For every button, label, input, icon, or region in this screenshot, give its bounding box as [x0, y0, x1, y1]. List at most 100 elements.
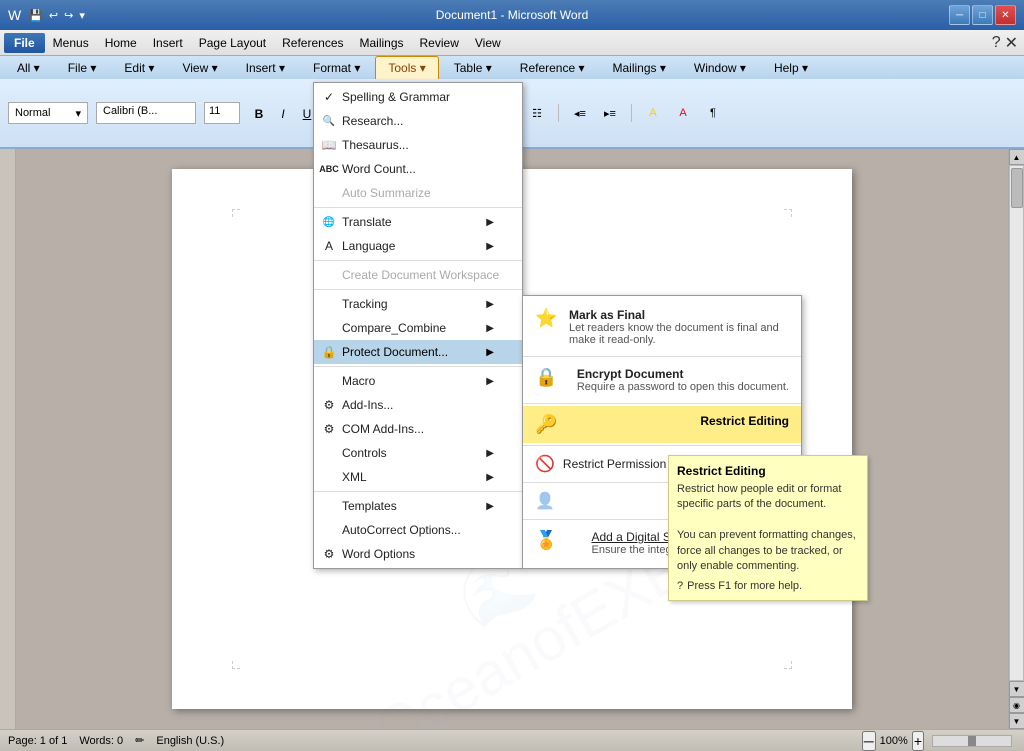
close-doc-btn[interactable]: ✕ — [1003, 31, 1020, 55]
encrypt-document-item[interactable]: 🔒 Encrypt Document Require a password to… — [523, 359, 801, 401]
compare-icon — [320, 319, 338, 337]
file-menu-btn[interactable]: File — [4, 33, 45, 53]
controls-arrow: ▶ — [486, 448, 494, 459]
view-menu-btn[interactable]: View — [467, 33, 509, 53]
menus-menu-btn[interactable]: Menus — [45, 33, 97, 53]
font-color-btn[interactable]: A — [672, 102, 694, 124]
font-dropdown[interactable]: Calibri (B... — [96, 102, 196, 124]
restrict-permission-label: Restrict Permission — [563, 457, 666, 471]
research-item[interactable]: 🔍 Research... — [314, 109, 522, 133]
page-layout-menu-btn[interactable]: Page Layout — [191, 33, 274, 53]
mailings-menu-btn[interactable]: Mailings — [352, 33, 412, 53]
indent-decrease-btn[interactable]: ◂≡ — [569, 102, 591, 124]
word-count-item[interactable]: ABC Word Count... — [314, 157, 522, 181]
language-arrow: ▶ — [486, 241, 494, 252]
show-markup-btn[interactable]: ¶ — [702, 102, 724, 124]
auto-summarize-item: Auto Summarize — [314, 181, 522, 205]
tab-tools[interactable]: Tools ▾ — [375, 56, 438, 79]
statusbar-right: ─ 100% + — [862, 731, 1016, 751]
browse-prev-btn[interactable]: ◉ — [1009, 697, 1024, 713]
autocorrect-item[interactable]: AutoCorrect Options... — [314, 518, 522, 542]
tab-help[interactable]: Help ▾ — [761, 56, 821, 79]
numbered-list-btn[interactable]: ☷ — [526, 102, 548, 124]
titlebar-left: W 💾 ↩ ↪ ▾ — [8, 7, 87, 24]
language-item[interactable]: A Language ▶ — [314, 234, 522, 258]
translate-item[interactable]: 🌐 Translate ▶ — [314, 210, 522, 234]
font-value: Calibri (B... — [103, 105, 157, 117]
scroll-down-btn[interactable]: ▼ — [1009, 681, 1024, 697]
indent-increase-btn[interactable]: ▸≡ — [599, 102, 621, 124]
scroll-thumb[interactable] — [1011, 168, 1023, 208]
close-btn[interactable]: ✕ — [995, 5, 1016, 25]
maximize-btn[interactable]: □ — [972, 5, 993, 25]
font-size-dropdown[interactable]: 11 — [204, 102, 240, 124]
word-options-item[interactable]: ⚙ Word Options — [314, 542, 522, 566]
protect-sep1 — [523, 356, 801, 357]
xml-item[interactable]: XML ▶ — [314, 465, 522, 489]
tab-format[interactable]: Format ▾ — [300, 56, 373, 79]
tab-edit[interactable]: Edit ▾ — [111, 56, 167, 79]
review-menu-btn[interactable]: Review — [412, 33, 467, 53]
restrict-editing-item[interactable]: 🔑 Restrict Editing — [523, 406, 801, 443]
left-scrollbar — [0, 149, 16, 729]
tab-insert[interactable]: Insert ▾ — [233, 56, 298, 79]
macro-item[interactable]: Macro ▶ — [314, 369, 522, 393]
tooltip-f1-help: ? Press F1 for more help. — [677, 580, 859, 592]
tab-all[interactable]: All ▾ — [4, 56, 53, 79]
compare-combine-item[interactable]: Compare_Combine ▶ — [314, 316, 522, 340]
page-info: Page: 1 of 1 — [8, 735, 67, 747]
highlight-btn[interactable]: A — [642, 102, 664, 124]
com-add-ins-icon: ⚙ — [320, 420, 338, 438]
titlebar-controls: ─ □ ✕ — [949, 5, 1016, 25]
customize-quick-btn[interactable]: ▾ — [77, 7, 87, 24]
ribbon-tabs: All ▾ File ▾ Edit ▾ View ▾ Insert ▾ Form… — [0, 56, 1024, 79]
create-workspace-item: Create Document Workspace — [314, 263, 522, 287]
com-add-ins-item[interactable]: ⚙ COM Add-Ins... — [314, 417, 522, 441]
mark-as-final-item[interactable]: ⭐ Mark as Final Let readers know the doc… — [523, 300, 801, 354]
spelling-grammar-item[interactable]: ✓ Spelling & Grammar — [314, 85, 522, 109]
tab-view[interactable]: View ▾ — [169, 56, 230, 79]
undo-quick-btn[interactable]: ↩ — [47, 7, 60, 24]
menubar: File Menus Home Insert Page Layout Refer… — [0, 30, 1024, 56]
zoom-slider[interactable] — [932, 735, 1012, 747]
templates-item[interactable]: Templates ▶ — [314, 494, 522, 518]
templates-icon — [320, 497, 338, 515]
tab-reference[interactable]: Reference ▾ — [507, 56, 598, 79]
bold-btn[interactable]: B — [248, 103, 270, 125]
references-menu-btn[interactable]: References — [274, 33, 351, 53]
tab-file[interactable]: File ▾ — [55, 56, 110, 79]
add-ins-item[interactable]: ⚙ Add-Ins... — [314, 393, 522, 417]
mark-as-final-desc: Let readers know the document is final a… — [569, 322, 789, 346]
controls-icon — [320, 444, 338, 462]
scroll-up-btn[interactable]: ▲ — [1009, 149, 1024, 165]
encrypt-document-desc: Require a password to open this document… — [577, 381, 789, 393]
tools-dropdown-menu: ✓ Spelling & Grammar 🔍 Research... 📖 The… — [313, 82, 523, 569]
thesaurus-item[interactable]: 📖 Thesaurus... — [314, 133, 522, 157]
home-menu-btn[interactable]: Home — [97, 33, 145, 53]
tab-table[interactable]: Table ▾ — [441, 56, 505, 79]
margin-mark-br2 — [791, 661, 792, 669]
redo-quick-btn[interactable]: ↪ — [62, 7, 75, 24]
minimize-btn[interactable]: ─ — [949, 5, 970, 25]
xml-icon — [320, 468, 338, 486]
zoom-out-btn[interactable]: ─ — [862, 731, 876, 751]
tracking-item[interactable]: Tracking ▶ — [314, 292, 522, 316]
add-ins-icon: ⚙ — [320, 396, 338, 414]
italic-btn[interactable]: I — [272, 103, 294, 125]
browse-next-btn[interactable]: ▼ — [1009, 713, 1024, 729]
protect-document-item[interactable]: 🔒 Protect Document... ▶ — [314, 340, 522, 364]
save-quick-btn[interactable]: 💾 — [27, 7, 45, 24]
controls-item[interactable]: Controls ▶ — [314, 441, 522, 465]
insert-menu-btn[interactable]: Insert — [145, 33, 191, 53]
tab-mailings[interactable]: Mailings ▾ — [600, 56, 679, 79]
menu-sep4 — [314, 366, 522, 367]
mark-as-final-icon: ⭐ — [535, 308, 557, 329]
f1-help-text: Press F1 for more help. — [687, 580, 802, 592]
margin-mark-tr2 — [791, 209, 792, 217]
tab-window[interactable]: Window ▾ — [681, 56, 759, 79]
style-dropdown[interactable]: Normal ▾ — [8, 102, 88, 124]
help-icon-btn[interactable]: ? — [990, 32, 1003, 54]
restrict-editing-icon: 🔑 — [535, 414, 557, 435]
zoom-in-btn[interactable]: + — [912, 731, 924, 751]
margin-mark-bl2 — [232, 661, 233, 669]
